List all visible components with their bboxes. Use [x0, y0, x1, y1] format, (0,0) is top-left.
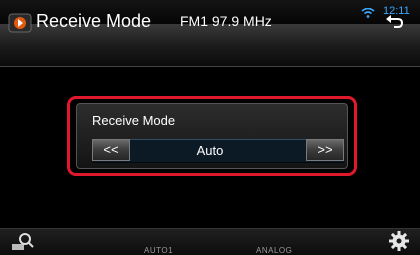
back-icon[interactable] [380, 8, 410, 36]
next-mode-button[interactable]: >> [306, 139, 344, 161]
receive-mode-value: Auto [196, 143, 224, 158]
highlight-frame [67, 96, 357, 176]
wifi-icon [361, 8, 375, 18]
source-icon[interactable] [8, 12, 32, 34]
frequency-label: FM1 97.9 MHz [180, 13, 272, 29]
prev-mode-button[interactable]: << [92, 139, 130, 161]
page-title: Receive Mode [36, 11, 152, 31]
receive-mode-label: Receive Mode [92, 113, 176, 128]
gear-icon[interactable] [388, 230, 410, 252]
search-icon[interactable] [10, 232, 34, 252]
bottom-bar [0, 228, 420, 255]
